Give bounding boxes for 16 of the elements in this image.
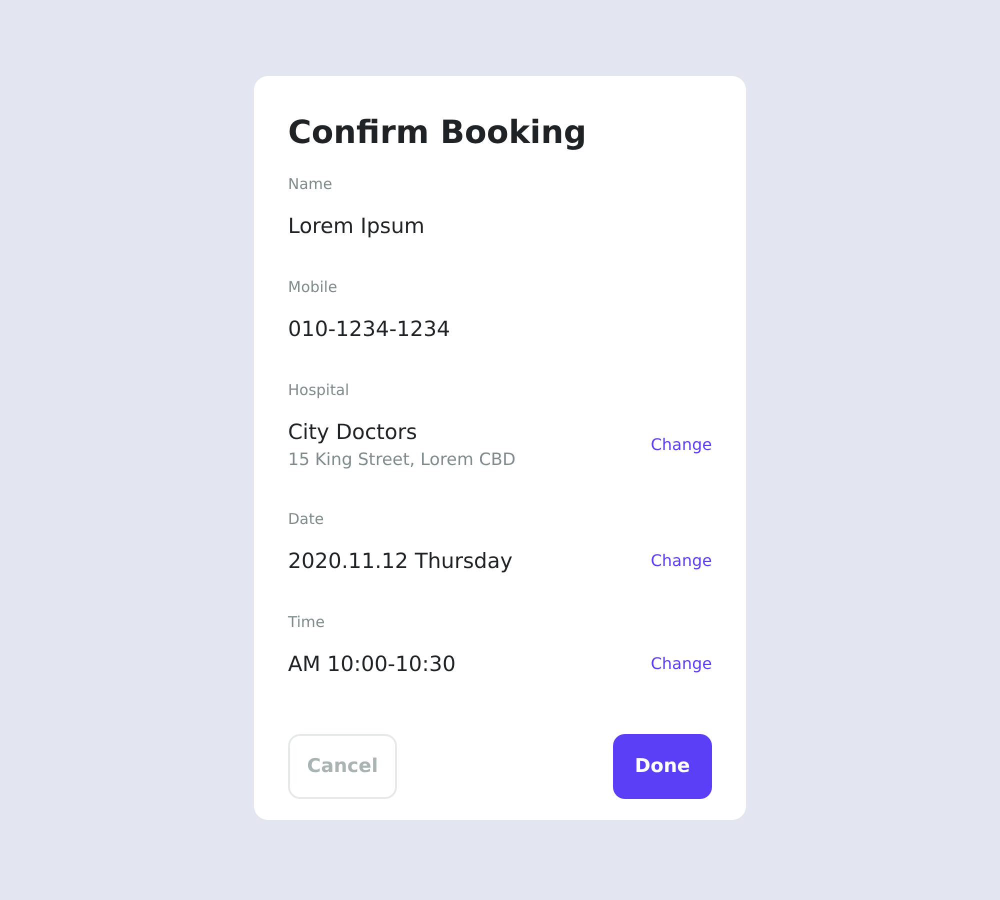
field-detail: 15 King Street, Lorem CBD	[288, 449, 516, 472]
done-button[interactable]: Done	[612, 734, 712, 799]
field-value: 010-1234-1234	[288, 316, 450, 343]
field-value: AM 10:00-10:30	[288, 651, 456, 678]
field-value: City Doctors	[288, 419, 418, 446]
change-link[interactable]: Change	[650, 550, 712, 572]
dialog-title: Confirm Booking	[288, 112, 588, 153]
change-link[interactable]: Change	[650, 653, 712, 675]
field-label: Date	[288, 509, 325, 529]
field-value: Lorem Ipsum	[288, 213, 425, 240]
field-label: Mobile	[288, 277, 338, 297]
field-label: Time	[288, 612, 326, 632]
field-label: Name	[288, 174, 334, 194]
field-label: Hospital	[288, 380, 350, 400]
change-link[interactable]: Change	[650, 434, 712, 456]
field-value: 2020.11.12 Thursday	[288, 548, 513, 575]
